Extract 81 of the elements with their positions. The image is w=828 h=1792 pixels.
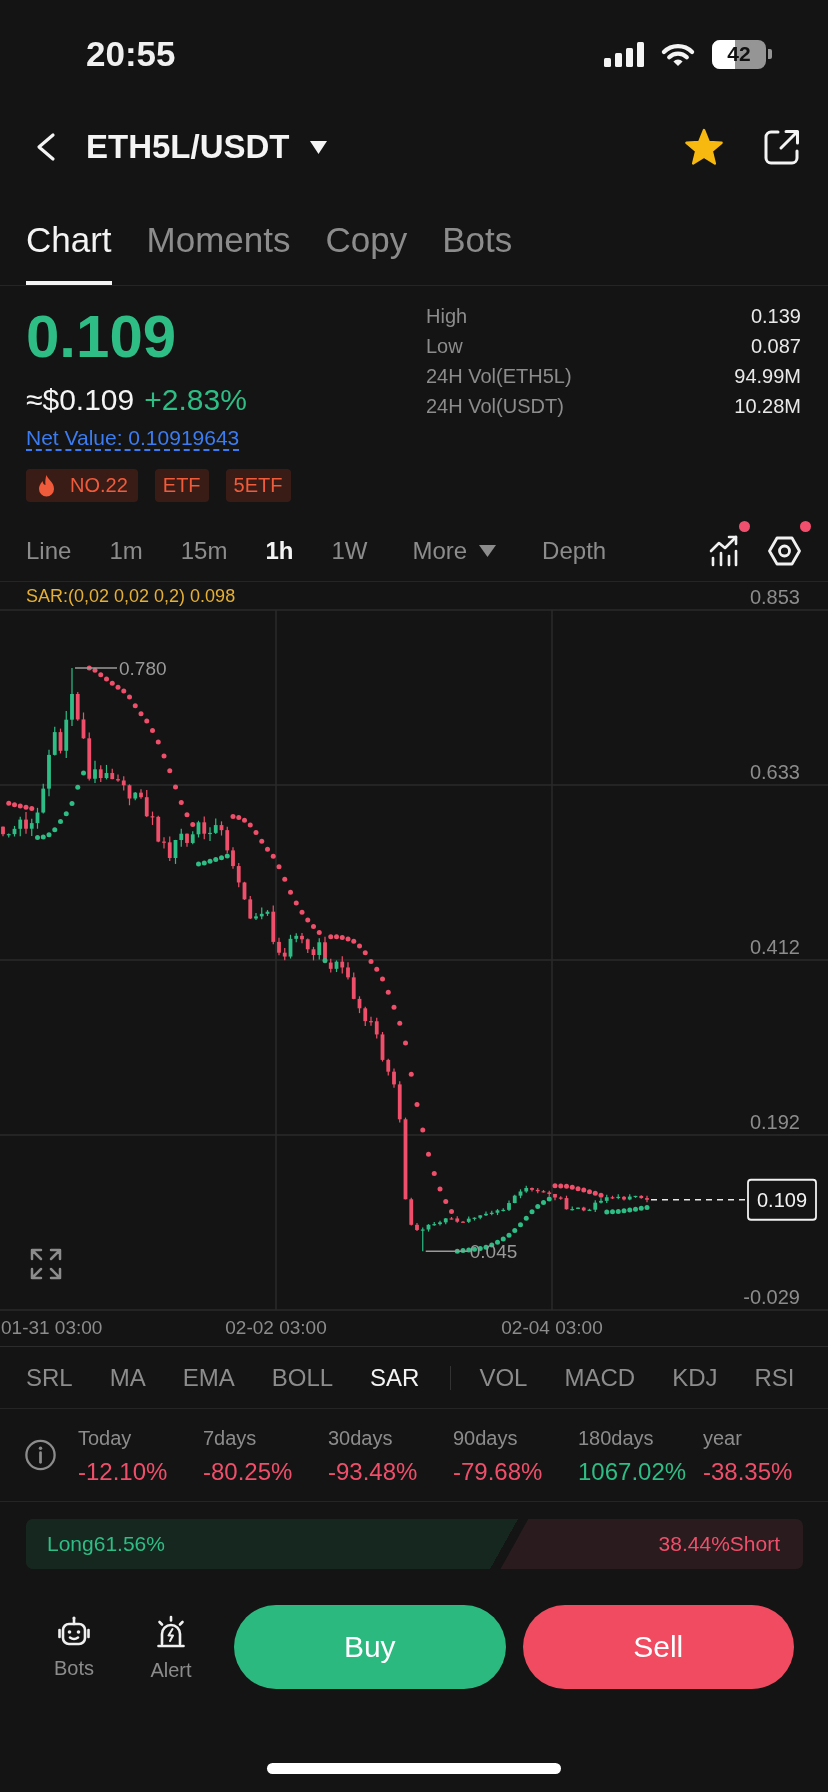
interval-tab[interactable]: 1m [109,536,143,565]
indicator-tab[interactable]: BOLL [271,1363,334,1392]
period-label: 7days [203,1426,257,1451]
y-axis-label: 0.853 [749,586,800,608]
info-icon[interactable] [25,1438,56,1472]
indicator-tab[interactable]: RSI [754,1363,795,1392]
period-label: 180days [578,1426,654,1451]
signal-icon [604,41,644,67]
stat-value: 10.28M [734,394,801,419]
stat-label: 24H Vol(USDT) [426,394,564,419]
indicator-chart-icon[interactable] [709,534,740,567]
return-value: -38.35% [703,1457,793,1487]
fiat-price: ≈$0.109 [26,383,135,417]
short-ratio-label: 38.44%Short [658,1532,780,1556]
indicator-tab[interactable]: MACD [564,1363,636,1392]
return-value: -80.25% [203,1457,293,1487]
return-value: -79.68% [453,1457,543,1487]
page-tab[interactable]: Chart [26,195,112,285]
interval-tab[interactable]: More [412,536,497,565]
low-price-label: 0.045 [469,1241,518,1263]
caret-icon [309,140,327,154]
stat-label: Low [426,334,463,359]
period-label: 90days [453,1426,518,1451]
wifi-icon [660,41,696,67]
interval-tab[interactable]: Line [26,536,72,565]
period-label: 30days [328,1426,393,1451]
y-axis-label: -0.029 [743,1286,800,1308]
last-price: 0.109 [26,304,177,370]
share-icon[interactable] [763,128,800,166]
page-tab[interactable]: Bots [442,195,513,285]
back-icon[interactable] [35,132,57,162]
alert-nav-button[interactable]: Alert [141,1605,201,1682]
stat-label: High [426,304,468,329]
star-icon[interactable] [684,128,724,166]
price-change: +2.83% [144,383,247,417]
stat-value: 0.139 [750,304,801,329]
interval-tab[interactable]: 1h [265,536,294,565]
period-label: Today [78,1426,132,1451]
return-value: 1067.02% [578,1457,687,1487]
caret-icon [479,544,497,557]
indicator-tab[interactable]: SRL [26,1363,73,1392]
high-price-label: 0.780 [119,657,167,679]
indicator-tab[interactable]: EMA [182,1363,235,1392]
x-axis-label: 02-02 03:00 [225,1317,327,1338]
sell-button[interactable]: Sell [522,1605,794,1689]
indicator-tab[interactable]: SAR [370,1363,420,1392]
period-label: year [703,1426,742,1451]
y-axis-label: 0.192 [749,1111,800,1133]
status-time: 20:55 [86,34,176,74]
high-marker-line [74,667,118,669]
category-tag: 5ETF [225,469,291,502]
indicator-tab[interactable]: MA [109,1363,146,1392]
interval-tab[interactable]: 1W [331,536,368,565]
page-tab[interactable]: Copy [325,195,408,285]
category-tag: ETF [154,469,209,502]
stat-label: 24H Vol(ETH5L) [426,364,572,389]
long-ratio-label: Long61.56% [47,1532,165,1556]
net-value-link[interactable]: Net Value: 0.10919643 [26,425,240,451]
interval-tab[interactable]: Depth [542,536,607,565]
indicator-tab[interactable]: KDJ [672,1363,718,1392]
y-axis-label: 0.412 [749,936,800,958]
x-axis-label: 01-31 03:00 [1,1317,103,1338]
interval-tab[interactable]: 15m [180,536,228,565]
expand-icon[interactable] [30,1248,62,1280]
bots-nav-button[interactable]: Bots [44,1605,104,1680]
alarm-light-icon [154,1615,188,1649]
y-axis-label: 0.633 [749,761,800,783]
indicator-tab[interactable]: VOL [479,1363,528,1392]
stat-value: 94.99M [734,364,801,389]
page-tab[interactable]: Moments [146,195,291,285]
robot-icon [57,1615,91,1647]
return-value: -12.10% [78,1457,168,1487]
pair-selector[interactable]: ETH5L/USDT [86,128,327,166]
low-marker-line [425,1250,469,1252]
ranking-tag: NO.22 [26,469,138,502]
indicator-readout: SAR:(0,02 0,02 0,2) 0.098 [26,586,236,606]
return-value: -93.48% [328,1457,418,1487]
last-price-tag: 0.109 [747,1178,817,1221]
flame-icon [36,473,57,498]
stat-value: 0.087 [750,334,801,359]
x-axis-label: 02-04 03:00 [501,1317,603,1338]
